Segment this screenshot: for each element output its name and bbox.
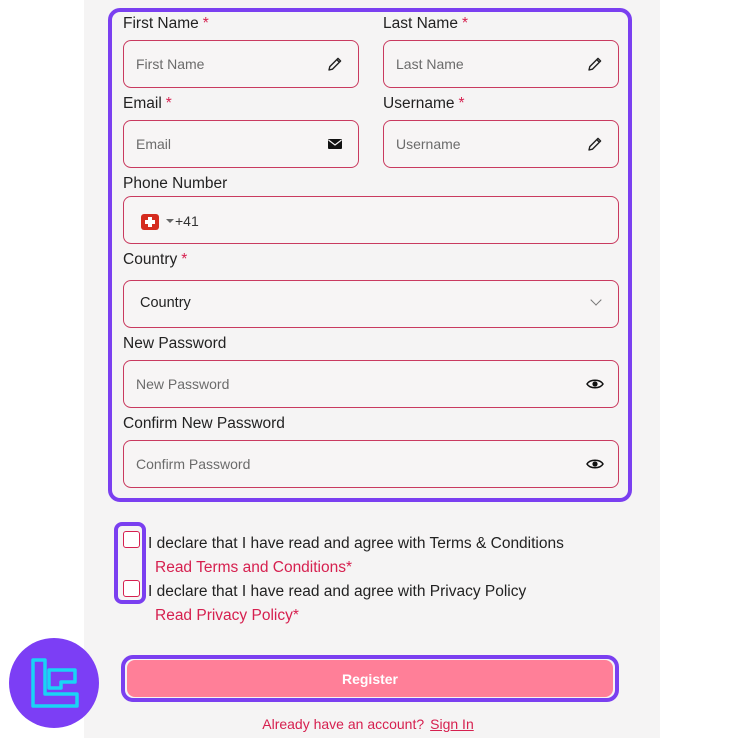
signin-prompt-text: Already have an account?	[262, 716, 425, 732]
envelope-icon	[326, 135, 344, 153]
first-name-field[interactable]	[123, 40, 359, 88]
email-label: Email *	[123, 95, 172, 112]
brand-logo-mark-icon	[31, 658, 79, 708]
chevron-down-icon	[590, 294, 602, 306]
privacy-checkbox[interactable]	[123, 580, 140, 597]
new-password-label: New Password	[123, 335, 227, 352]
new-password-field[interactable]	[123, 360, 619, 408]
email-input[interactable]	[136, 121, 324, 167]
sign-in-link[interactable]: Sign In	[430, 716, 474, 732]
phone-field[interactable]: +41	[123, 196, 619, 244]
confirm-password-input[interactable]	[136, 441, 532, 487]
new-password-input[interactable]	[136, 361, 532, 407]
last-name-field[interactable]	[383, 40, 619, 88]
country-select[interactable]: Country	[123, 280, 619, 328]
caret-down-icon[interactable]	[166, 219, 174, 223]
register-button[interactable]: Register	[127, 660, 613, 697]
country-selected-value: Country	[140, 295, 191, 311]
first-name-input[interactable]	[136, 41, 324, 87]
read-terms-link[interactable]: Read Terms and Conditions*	[155, 559, 352, 577]
last-name-label: Last Name *	[383, 15, 468, 32]
phone-label: Phone Number	[123, 175, 228, 192]
brand-logo	[9, 638, 99, 728]
signin-prompt: Already have an account? Sign In	[0, 716, 736, 732]
switzerland-flag-icon[interactable]	[141, 214, 159, 230]
confirm-password-label: Confirm New Password	[123, 415, 285, 432]
last-name-input[interactable]	[396, 41, 584, 87]
email-field[interactable]	[123, 120, 359, 168]
terms-declaration: I declare that I have read and agree wit…	[148, 535, 564, 552]
dial-code: +41	[175, 213, 199, 229]
country-label: Country *	[123, 251, 188, 268]
read-privacy-link[interactable]: Read Privacy Policy*	[155, 607, 299, 625]
username-label: Username *	[383, 95, 465, 112]
terms-checkbox[interactable]	[123, 531, 140, 548]
username-input[interactable]	[396, 121, 584, 167]
eye-icon[interactable]	[586, 375, 604, 393]
privacy-declaration: I declare that I have read and agree wit…	[148, 583, 527, 600]
eye-icon[interactable]	[586, 455, 604, 473]
first-name-label: First Name *	[123, 15, 209, 32]
username-field[interactable]	[383, 120, 619, 168]
pencil-icon	[326, 55, 344, 73]
pencil-icon	[586, 55, 604, 73]
pencil-icon	[586, 135, 604, 153]
confirm-password-field[interactable]	[123, 440, 619, 488]
